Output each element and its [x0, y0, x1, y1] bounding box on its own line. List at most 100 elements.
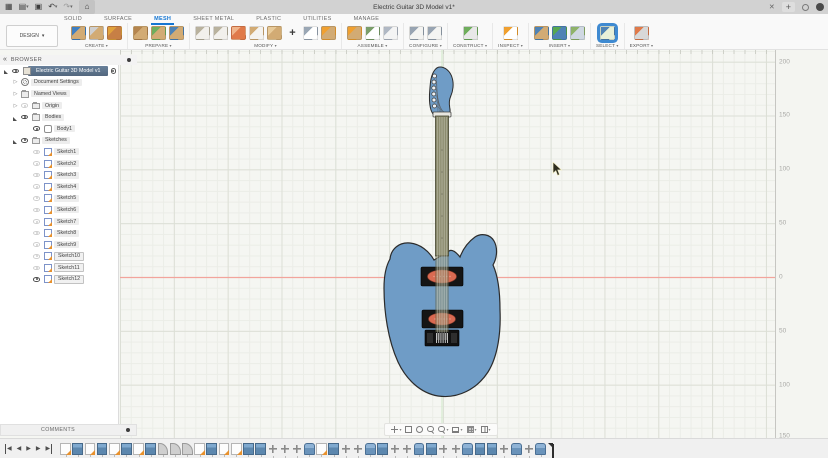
- convert-mesh-icon[interactable]: [321, 26, 336, 40]
- remesh-icon[interactable]: [195, 26, 210, 40]
- shell-icon[interactable]: [249, 26, 264, 40]
- browser-row-named-views[interactable]: ▷Named Views: [0, 88, 118, 100]
- avatar[interactable]: [816, 3, 824, 11]
- tab-manage[interactable]: MANAGE: [352, 15, 382, 23]
- timeline-move-feature[interactable]: [389, 443, 400, 455]
- undo-icon[interactable]: ↶▾: [48, 0, 57, 14]
- browser-row-sketch1[interactable]: Sketch1: [0, 146, 118, 158]
- visibility-eye-icon[interactable]: [21, 138, 28, 143]
- timeline-combine-feature[interactable]: [462, 443, 473, 455]
- timeline-fillet-feature[interactable]: [182, 443, 193, 455]
- visibility-eye-icon[interactable]: [33, 242, 40, 247]
- timeline-fillet-feature[interactable]: [158, 443, 169, 455]
- timeline-extrude-feature[interactable]: [328, 443, 339, 455]
- create-base-feature-icon[interactable]: [89, 26, 104, 40]
- visibility-eye-icon[interactable]: [33, 196, 40, 201]
- play-icon[interactable]: ▶: [26, 444, 31, 454]
- timeline-move-feature[interactable]: [267, 443, 278, 455]
- expand-arrow-icon[interactable]: ▷: [12, 103, 19, 109]
- skip-start-icon[interactable]: ◀: [5, 444, 12, 454]
- timeline-sketch-feature[interactable]: [316, 443, 327, 455]
- app-grid-icon[interactable]: ▦: [5, 0, 13, 14]
- browser-row-sketch9[interactable]: Sketch9: [0, 239, 118, 251]
- timeline-combine-feature[interactable]: [535, 443, 546, 455]
- timeline-move-feature[interactable]: [353, 443, 364, 455]
- viewports-icon[interactable]: ▾: [481, 426, 491, 433]
- canvas-icon[interactable]: [570, 26, 585, 40]
- reduce-icon[interactable]: [213, 26, 228, 40]
- skip-end-icon[interactable]: ▶: [46, 444, 53, 454]
- timeline-sketch-feature[interactable]: [133, 443, 144, 455]
- collapse-arrow-icon[interactable]: [4, 70, 8, 74]
- file-icon[interactable]: ▤▾: [19, 0, 29, 14]
- tab-sheet-metal[interactable]: SHEET METAL: [191, 15, 236, 23]
- browser-row-sketch10[interactable]: Sketch10: [0, 251, 118, 263]
- timeline-sketch-feature[interactable]: [60, 443, 71, 455]
- timeline-sketch-feature[interactable]: [231, 443, 242, 455]
- toolbar-group-label[interactable]: INSERT ▾: [549, 43, 571, 48]
- expand-arrow-icon[interactable]: ▷: [12, 91, 19, 97]
- grid-snaps-icon[interactable]: ▾: [467, 426, 477, 433]
- browser-row-sketch11[interactable]: Sketch11: [0, 262, 118, 274]
- timeline-extrude-feature[interactable]: [145, 443, 156, 455]
- collapse-arrow-icon[interactable]: [13, 117, 17, 121]
- timeline-extrude-feature[interactable]: [377, 443, 388, 455]
- browser-row-sketch8[interactable]: Sketch8: [0, 227, 118, 239]
- create-form-icon[interactable]: [107, 26, 122, 40]
- configuration-sheet-icon[interactable]: [409, 26, 424, 40]
- visibility-eye-icon[interactable]: [33, 184, 40, 189]
- toolbar-group-label[interactable]: CONFIGURE ▾: [409, 43, 442, 48]
- move-copy-icon[interactable]: +: [285, 26, 300, 40]
- configuration-table-icon[interactable]: [427, 26, 442, 40]
- tab-solid[interactable]: SOLID: [62, 15, 84, 23]
- erase-fill-icon[interactable]: [231, 26, 246, 40]
- insert-part-icon[interactable]: [552, 26, 567, 40]
- workspace-selector[interactable]: DESIGN▾: [6, 25, 58, 47]
- collapse-arrow-icon[interactable]: [13, 140, 17, 144]
- timeline-combine-feature[interactable]: [511, 443, 522, 455]
- visibility-eye-icon[interactable]: [33, 173, 40, 178]
- plane-cut-icon[interactable]: [303, 26, 318, 40]
- timeline-move-feature[interactable]: [438, 443, 449, 455]
- browser-row-sketch12[interactable]: Sketch12: [0, 274, 118, 286]
- visibility-eye-icon[interactable]: [21, 103, 28, 108]
- pan-icon[interactable]: ▾: [391, 426, 401, 433]
- step-back-icon[interactable]: ◀: [17, 444, 22, 454]
- visibility-eye-icon[interactable]: [33, 126, 40, 131]
- insert-derive-icon[interactable]: [534, 26, 549, 40]
- visibility-eye-icon[interactable]: [21, 115, 28, 120]
- timeline-move-feature[interactable]: [340, 443, 351, 455]
- toolbar-group-label[interactable]: SELECT ▾: [596, 43, 619, 48]
- timeline-playhead[interactable]: [552, 444, 554, 458]
- parameters-icon[interactable]: [383, 26, 398, 40]
- orbit-icon[interactable]: [416, 426, 423, 433]
- timeline-extrude-feature[interactable]: [487, 443, 498, 455]
- save-icon[interactable]: ▣: [35, 0, 43, 14]
- timeline-extrude-feature[interactable]: [243, 443, 254, 455]
- timeline-move-feature[interactable]: [499, 443, 510, 455]
- smooth-icon[interactable]: [267, 26, 282, 40]
- visibility-eye-icon[interactable]: [33, 277, 40, 282]
- timeline-move-feature[interactable]: [292, 443, 303, 455]
- browser-options-icon[interactable]: [127, 58, 132, 63]
- timeline-move-feature[interactable]: [450, 443, 461, 455]
- timeline-sketch-feature[interactable]: [219, 443, 230, 455]
- home-icon[interactable]: ⌂: [79, 0, 96, 14]
- browser-row-origin[interactable]: ▷Origin: [0, 100, 118, 112]
- display-settings-icon[interactable]: ▾: [452, 427, 462, 433]
- timeline-extrude-feature[interactable]: [121, 443, 132, 455]
- browser-row-sketch7[interactable]: Sketch7: [0, 216, 118, 228]
- zoom-icon[interactable]: ▾: [438, 426, 448, 433]
- measure-icon[interactable]: [503, 26, 518, 40]
- export-icon[interactable]: [634, 26, 649, 40]
- visibility-eye-icon[interactable]: [12, 69, 19, 74]
- joint-icon[interactable]: [365, 26, 380, 40]
- toolbar-group-label[interactable]: ASSEMBLE ▾: [358, 43, 388, 48]
- close-tab-icon[interactable]: ✕: [769, 3, 775, 11]
- browser-row-sketch5[interactable]: Sketch5: [0, 193, 118, 205]
- timeline-fillet-feature[interactable]: [170, 443, 181, 455]
- toolbar-group-label[interactable]: INSPECT ▾: [498, 43, 523, 48]
- visibility-eye-icon[interactable]: [33, 150, 40, 155]
- new-tab-icon[interactable]: +: [782, 2, 795, 12]
- fit-view-icon[interactable]: [405, 426, 412, 433]
